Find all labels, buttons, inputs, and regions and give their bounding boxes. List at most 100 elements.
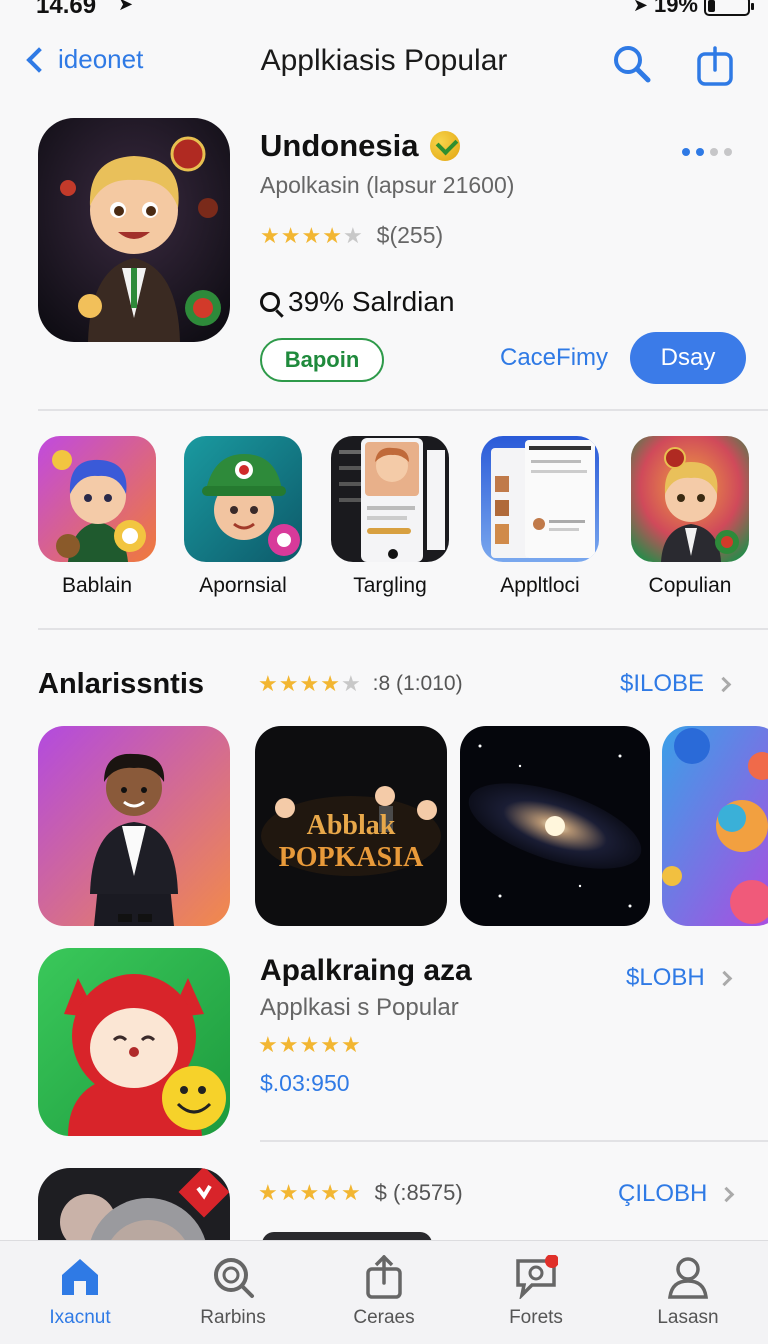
- hero-app-name-text: Undonesia: [260, 128, 419, 163]
- home-icon: [58, 1255, 102, 1299]
- star-icon: ★: [278, 1032, 299, 1057]
- section-rating-text: :8 (1:010): [372, 672, 463, 695]
- tab-label: Lasasn: [657, 1307, 719, 1328]
- rating-stars: ★ ★ ★ ★ ★: [258, 673, 361, 695]
- tab-bar: Ixacnut Rarbins Ceraes Forets Lasasn: [0, 1240, 768, 1344]
- list-link-text: $LOBH: [626, 964, 705, 991]
- cartoon-boy-image: [38, 118, 230, 342]
- person-icon: [666, 1255, 710, 1299]
- hero-link[interactable]: CaceFimy: [500, 344, 608, 372]
- galaxy-image: [460, 726, 650, 926]
- star-icon: ★: [342, 222, 363, 248]
- category-item-5[interactable]: Copulian: [628, 436, 752, 598]
- star-icon: ★: [340, 671, 361, 696]
- section-see-all-link[interactable]: $ILOBE: [620, 670, 732, 698]
- hero-rating: ★ ★ ★ ★ ★ $(255): [260, 222, 443, 249]
- poster-image: Abblak POPKASIA: [255, 726, 447, 926]
- dot-icon: [696, 148, 704, 156]
- category-item-4[interactable]: Appltloci: [478, 436, 602, 598]
- tab-label: Rarbins: [200, 1307, 266, 1328]
- list-app-subtitle: Applkasi s Popular: [260, 994, 459, 1021]
- more-options-button[interactable]: [682, 148, 732, 156]
- dot-icon: [710, 148, 718, 156]
- hero-app-subtitle: Apolkasin (lapsur 21600): [260, 172, 515, 198]
- battery-percent: 19%: [653, 0, 698, 17]
- tab-share[interactable]: Ceraes: [324, 1254, 444, 1329]
- featured-card-1[interactable]: [38, 726, 230, 926]
- status-time: 14.69: [36, 0, 97, 19]
- section-rating: ★ ★ ★ ★ ★ :8 (1:010): [258, 672, 463, 696]
- hero-app-name[interactable]: Undonesia: [260, 128, 461, 164]
- star-icon: ★: [340, 1032, 361, 1057]
- chevron-right-icon: [715, 676, 732, 692]
- star-icon: ★: [301, 222, 322, 248]
- category-image: [631, 436, 749, 562]
- search-icon: [614, 46, 651, 83]
- poster-title-line1: Abblak: [307, 810, 396, 841]
- category-image: [184, 436, 302, 562]
- primary-action-button[interactable]: Dsay: [630, 332, 746, 384]
- star-icon: ★: [320, 1032, 340, 1057]
- category-item-3[interactable]: Targling: [328, 436, 452, 598]
- category-item-2[interactable]: Apornsial: [181, 436, 305, 598]
- category-label: Bablain: [61, 574, 133, 597]
- tab-profile[interactable]: Lasasn: [628, 1255, 748, 1329]
- search-target-icon: [211, 1255, 255, 1299]
- tab-forets[interactable]: Forets: [476, 1254, 596, 1329]
- verified-badge-icon: [430, 131, 461, 161]
- list-app-icon[interactable]: [38, 948, 230, 1136]
- chevron-right-icon: [716, 970, 732, 986]
- rating-stars: ★ ★ ★ ★ ★: [260, 222, 363, 248]
- star-icon: ★: [299, 671, 320, 696]
- category-image: [331, 436, 449, 562]
- location-arrow-icon: ➤: [632, 0, 648, 15]
- category-label: Appltloci: [500, 574, 580, 597]
- star-icon: ★: [340, 1180, 361, 1205]
- list-link-text: ÇILOBH: [618, 1180, 708, 1207]
- red-mascot-image: [38, 948, 230, 1136]
- star-icon: ★: [299, 1032, 320, 1057]
- location-arrow-icon: ➤: [118, 0, 134, 14]
- star-icon: ★: [278, 671, 299, 696]
- rating-stars: ★ ★ ★ ★ ★: [258, 1034, 361, 1056]
- star-icon: ★: [280, 222, 301, 248]
- star-icon: ★: [320, 1180, 340, 1205]
- chevron-right-icon: [719, 1186, 735, 1202]
- search-icon: [260, 292, 280, 312]
- outline-action-button[interactable]: Bapoin: [260, 338, 384, 382]
- list-app-name[interactable]: Apalkraing aza: [260, 954, 472, 988]
- star-icon: ★: [260, 222, 280, 248]
- share-button[interactable]: [694, 44, 736, 88]
- category-image: [38, 436, 156, 562]
- star-icon: ★: [258, 1032, 278, 1057]
- list-app-rating: ★ ★ ★ ★ ★ $ (:8575): [258, 1180, 463, 1206]
- hero-app-icon[interactable]: [38, 118, 230, 342]
- chat-search-icon: [514, 1254, 559, 1301]
- list-app-price: $.03:950: [260, 1070, 350, 1096]
- tab-home[interactable]: Ixacnut: [20, 1255, 140, 1329]
- section-title: Anlarissntis: [38, 668, 204, 700]
- star-icon: ★: [320, 671, 340, 696]
- star-icon: ★: [278, 1180, 299, 1205]
- divider: [38, 409, 768, 411]
- category-label: Targling: [353, 574, 427, 597]
- star-icon: ★: [258, 671, 278, 696]
- share-icon: [697, 46, 733, 86]
- category-label: Apornsial: [199, 574, 287, 597]
- app-store-screen: 14.69 ➤ ➤ 19% ideonet Applkiasis Popular: [0, 0, 768, 1344]
- list-app-rating: ★ ★ ★ ★ ★: [258, 1034, 361, 1056]
- hero-rating-text: $(255): [376, 222, 444, 248]
- featured-card-3[interactable]: [460, 726, 650, 926]
- list-app-get-link[interactable]: ÇILOBH: [618, 1180, 735, 1208]
- bubbles-image: [662, 726, 768, 926]
- featured-card-2[interactable]: Abblak POPKASIA: [255, 726, 447, 926]
- featured-card-4[interactable]: [662, 726, 768, 926]
- tab-label: Ixacnut: [49, 1307, 111, 1328]
- divider: [38, 628, 768, 630]
- category-item-1[interactable]: Bablain: [35, 436, 159, 598]
- tab-label: Ceraes: [353, 1307, 415, 1328]
- tab-search[interactable]: Rarbins: [173, 1255, 293, 1329]
- search-button[interactable]: [610, 42, 654, 86]
- list-app-get-link[interactable]: $LOBH: [626, 964, 732, 992]
- poster-title-line2: POPKASIA: [279, 842, 424, 873]
